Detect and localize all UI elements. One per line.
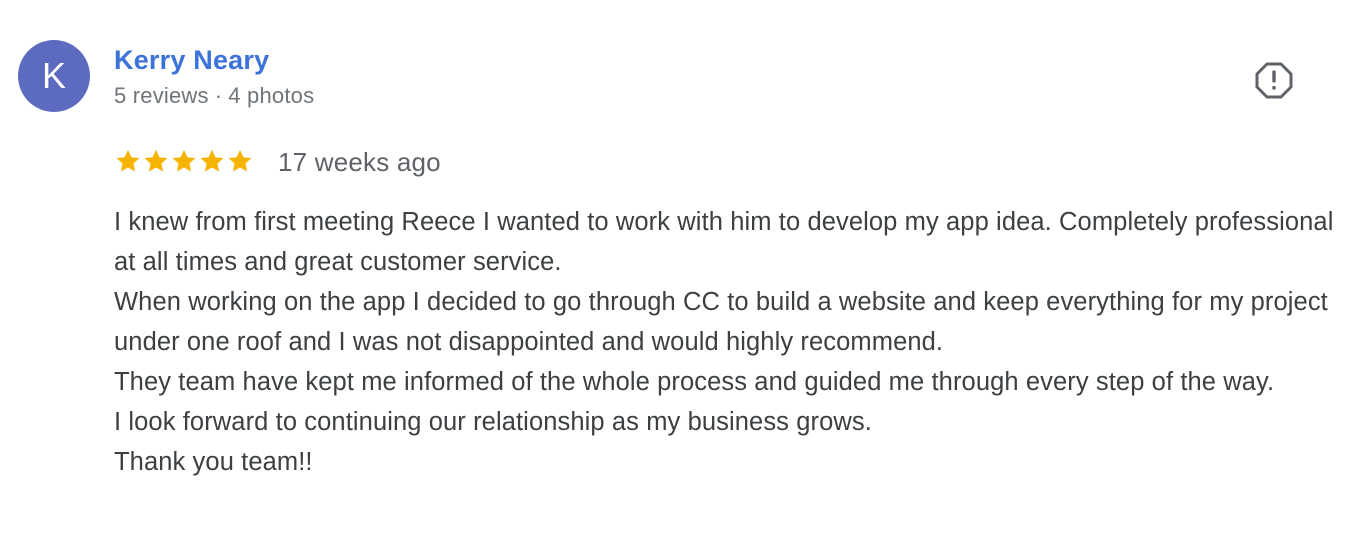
review-paragraph: Thank you team!! (114, 448, 313, 476)
star-rating (114, 146, 254, 176)
star-icon (200, 149, 224, 172)
reviewer-meta: 5 reviews · 4 photos (114, 82, 314, 110)
star-icon (144, 149, 168, 172)
reviews-count: 5 reviews (114, 83, 209, 108)
avatar[interactable]: K (18, 40, 90, 112)
review-text: I knew from first meeting Reece I wanted… (114, 202, 1339, 482)
star-icon (228, 149, 252, 172)
reviewer-name[interactable]: Kerry Neary (114, 44, 269, 76)
review-paragraph: I knew from first meeting Reece I wanted… (114, 208, 1334, 276)
review-paragraph: When working on the app I decided to go … (114, 288, 1328, 356)
report-review-button[interactable] (1254, 60, 1294, 100)
star-icon (116, 149, 140, 172)
meta-separator: · (214, 83, 223, 108)
review-paragraph: I look forward to continuing our relatio… (114, 408, 872, 436)
report-flag-icon (1255, 62, 1293, 99)
review-paragraph: They team have kept me informed of the w… (114, 368, 1275, 396)
star-icon (172, 149, 196, 172)
photos-count: 4 photos (228, 83, 315, 108)
review-time: 17 weeks ago (278, 147, 441, 177)
